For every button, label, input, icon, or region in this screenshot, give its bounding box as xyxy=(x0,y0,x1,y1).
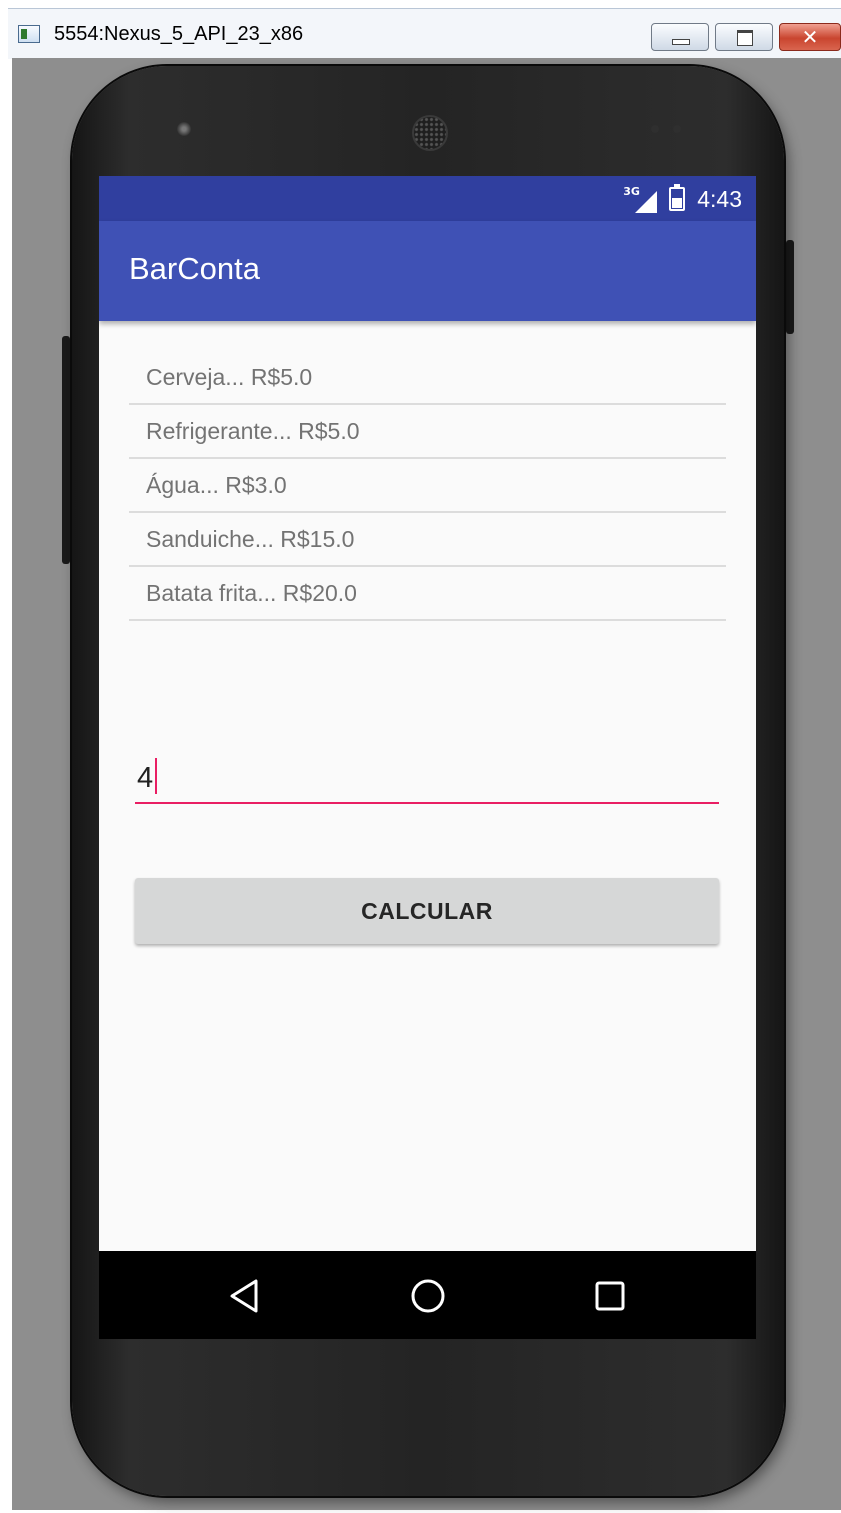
status-bar: 3G 4:43 xyxy=(99,176,756,221)
calcular-button[interactable]: CALCULAR xyxy=(135,878,719,944)
close-icon: ✕ xyxy=(801,25,819,49)
maximize-button[interactable] xyxy=(715,23,773,51)
text-cursor xyxy=(155,758,157,794)
list-item[interactable]: Cerveja... R$5.0 xyxy=(129,351,726,405)
list-item[interactable]: Batata frita... R$20.0 xyxy=(129,567,726,621)
signal-icon: 3G xyxy=(623,185,658,213)
minimize-icon xyxy=(672,39,690,45)
status-icons: 3G 4:43 xyxy=(623,184,742,213)
emulator-app-icon xyxy=(18,25,40,43)
earpiece-speaker xyxy=(412,115,448,151)
app-title: BarConta xyxy=(129,251,260,286)
proximity-sensor xyxy=(651,125,659,133)
close-button[interactable]: ✕ xyxy=(779,23,841,51)
status-clock: 4:43 xyxy=(697,185,742,212)
list-item[interactable]: Refrigerante... R$5.0 xyxy=(129,405,726,459)
emulator-window: 5554:Nexus_5_API_23_x86 ✕ 3G 4:43 BarCon… xyxy=(0,0,841,1513)
quantity-input-value: 4 xyxy=(137,762,154,794)
recents-icon[interactable] xyxy=(589,1275,631,1317)
minimize-button[interactable] xyxy=(651,23,709,51)
power-button[interactable] xyxy=(786,240,794,334)
back-icon[interactable] xyxy=(223,1275,265,1317)
list-item[interactable]: Sanduiche... R$15.0 xyxy=(129,513,726,567)
battery-icon xyxy=(669,184,686,211)
quantity-input[interactable]: 4 xyxy=(135,756,719,804)
volume-rocker[interactable] xyxy=(62,336,70,564)
window-titlebar[interactable]: 5554:Nexus_5_API_23_x86 ✕ xyxy=(8,8,841,59)
list-item[interactable]: Água... R$3.0 xyxy=(129,459,726,513)
menu-list: Cerveja... R$5.0 Refrigerante... R$5.0 Á… xyxy=(129,351,726,621)
app-toolbar: BarConta xyxy=(99,221,756,321)
phone-screen: 3G 4:43 BarConta Cerveja... R$5.0 Refrig… xyxy=(99,176,756,1339)
window-title: 5554:Nexus_5_API_23_x86 xyxy=(54,23,304,45)
home-icon[interactable] xyxy=(407,1275,449,1317)
light-sensor xyxy=(673,125,681,133)
maximize-icon xyxy=(737,30,753,46)
front-camera xyxy=(177,122,191,136)
navigation-bar xyxy=(99,1251,756,1339)
